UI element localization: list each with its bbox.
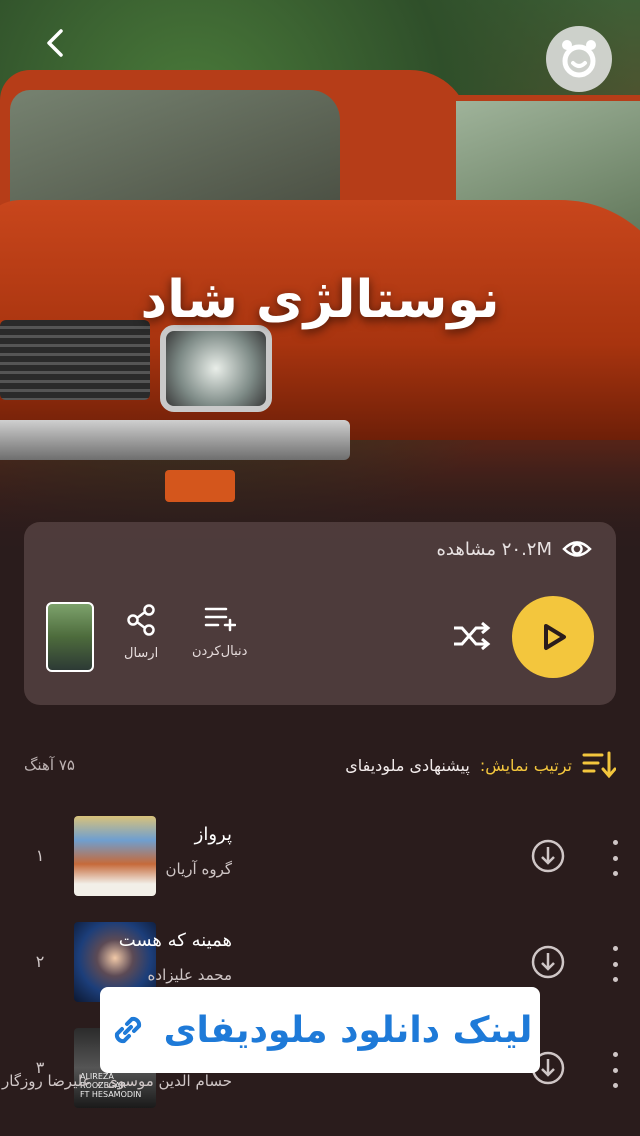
melodify-logo-icon [562, 40, 596, 78]
playlist-info-card: ۲۰.۲M مشاهده دنبال‌کردن ارسال [24, 522, 616, 705]
share-label: ارسال [124, 646, 159, 661]
sort-label: ترتیب نمایش: [479, 755, 572, 775]
sort-button[interactable]: ترتیب نمایش: پیشنهادی ملودیفای [345, 751, 616, 779]
track-artist: محمد علیزاده [147, 966, 232, 984]
more-options-icon[interactable] [605, 946, 625, 982]
follow-label: دنبال‌کردن [192, 644, 248, 659]
car-blinker [165, 470, 235, 502]
hero-cover: نوستالژی شاد [0, 0, 640, 560]
download-icon[interactable] [530, 944, 566, 980]
share-button[interactable]: ارسال [124, 604, 158, 661]
chevron-left-icon [47, 29, 63, 57]
playlist-thumbnail[interactable] [46, 602, 94, 672]
track-cover [74, 816, 156, 896]
views-row: ۲۰.۲M مشاهده [436, 538, 592, 560]
car-grille [0, 320, 150, 400]
download-link-banner[interactable]: لینک دانلود ملودیفای [100, 987, 540, 1073]
car-bumper [0, 420, 350, 460]
car-headlight [160, 325, 272, 412]
banner-text: لینک دانلود ملودیفای [163, 1009, 533, 1051]
shuffle-button[interactable] [452, 618, 492, 654]
track-artist: گروه آریان [165, 860, 232, 878]
track-number: ۲ [35, 952, 45, 971]
cover-text-line: FT HESAMODIN [80, 1090, 142, 1099]
follow-button[interactable]: دنبال‌کردن [192, 604, 247, 659]
track-row[interactable]: ۱ پرواز گروه آریان [0, 814, 640, 898]
track-artist: حسام الدین موسوی ، علیرضا روزگار [2, 1072, 232, 1090]
sort-icon [582, 751, 616, 779]
back-button[interactable] [38, 26, 72, 60]
track-number: ۱ [35, 846, 45, 865]
playlist-add-icon [204, 607, 236, 632]
track-count: ۷۵ آهنگ [24, 756, 75, 774]
play-icon [544, 624, 566, 650]
eye-icon [562, 541, 592, 557]
more-options-icon[interactable] [605, 840, 625, 876]
list-header: ۷۵ آهنگ ترتیب نمایش: پیشنهادی ملودیفای [24, 750, 616, 780]
link-icon [114, 1016, 141, 1044]
share-icon [127, 604, 155, 636]
download-icon[interactable] [530, 838, 566, 874]
views-count: ۲۰.۲M مشاهده [436, 538, 552, 560]
playlist-title: نوستالژی شاد [140, 270, 500, 330]
app-logo-button[interactable] [546, 26, 612, 92]
sort-value: پیشنهادی ملودیفای [345, 755, 470, 775]
more-options-icon[interactable] [605, 1052, 625, 1088]
track-title: پرواز [194, 824, 232, 845]
track-title: همینه که هست [118, 930, 232, 951]
shuffle-icon [454, 621, 491, 651]
play-button[interactable] [512, 596, 594, 678]
